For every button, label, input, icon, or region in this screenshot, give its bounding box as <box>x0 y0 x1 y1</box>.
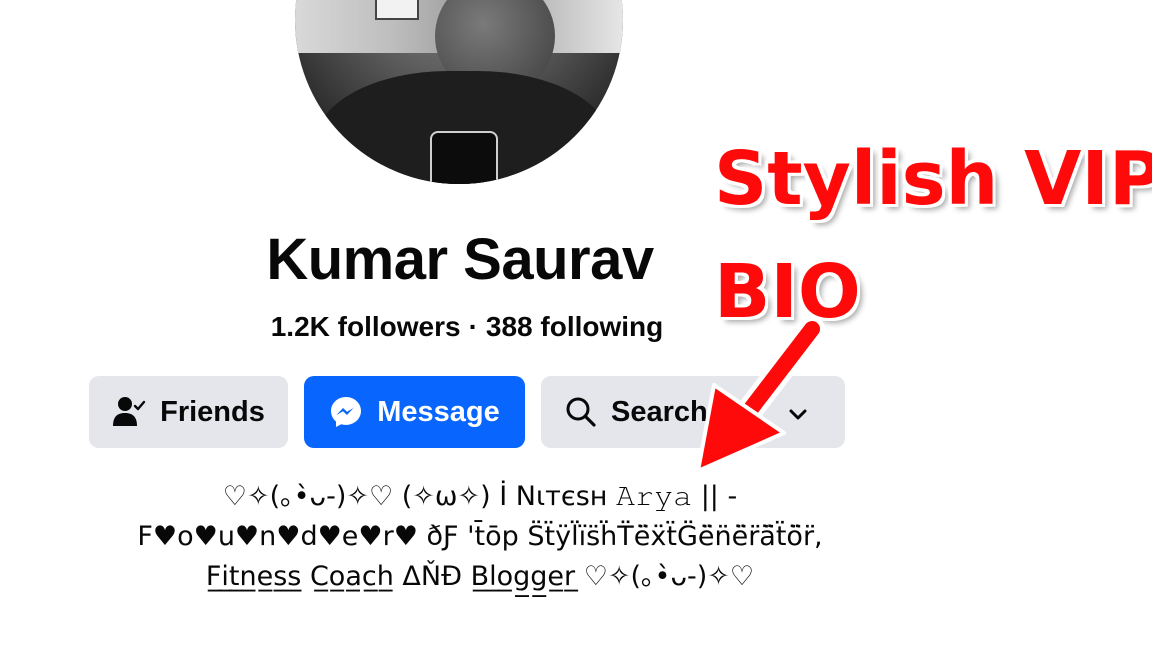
bio-line-3: F̲i̲t̲n̲e̲s̲s̲ C̲o̲a̲c̲h̲ ΔŇĐ B̲l̲o̲g̲g̲… <box>205 561 755 592</box>
messenger-icon <box>329 395 363 429</box>
message-button[interactable]: Message <box>304 376 525 448</box>
following-link[interactable]: 388 following <box>486 311 663 342</box>
profile-bio: ♡✧(｡•̀ᴗ-)✧♡ (✧ω✧) İ Nιтєѕн 𝙰𝚛𝚢𝚊 || - F♥o… <box>60 477 900 597</box>
photo-window <box>375 0 419 20</box>
bio-line-1: ♡✧(｡•̀ᴗ-)✧♡ (✧ω✧) İ Nιтєѕн 𝙰𝚛𝚢𝚊 || - <box>222 481 738 512</box>
search-icon <box>565 396 597 428</box>
followers-link[interactable]: 1.2K followers <box>271 311 461 342</box>
message-button-label: Message <box>377 395 500 428</box>
friend-check-icon <box>112 395 146 429</box>
annotation-title-line-1: Stylish VIP <box>714 136 1152 222</box>
friends-button-label: Friends <box>160 395 265 428</box>
friends-button[interactable]: Friends <box>89 376 288 448</box>
stats-separator: · <box>468 311 478 342</box>
annotation-arrow-icon <box>696 316 825 473</box>
bio-line-2: F♥o♥u♥n♥d♥e♥r♥ ðƑ ꞌt̄ōp S̈ẗÿl̈ïs̈ḧT̈ë̈ẍẗ… <box>137 521 823 552</box>
photo-phone <box>430 131 498 184</box>
profile-photo[interactable] <box>291 0 627 188</box>
